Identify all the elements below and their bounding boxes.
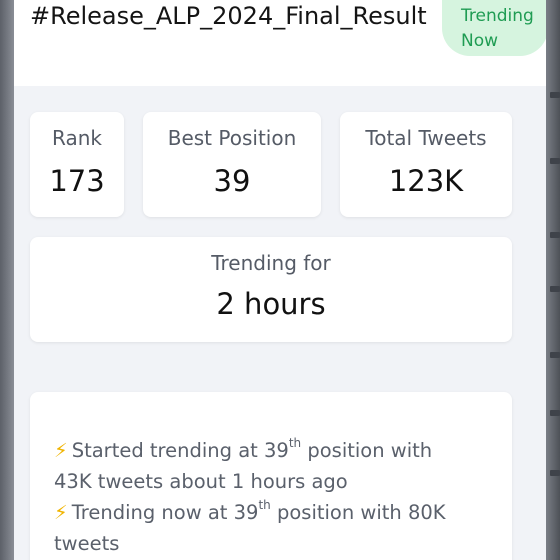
trending-duration-value: 2 hours: [216, 287, 326, 321]
best-position-card: Best Position 39: [143, 112, 321, 217]
history-item: ⚡ Started trending at 39th position with …: [54, 435, 504, 497]
lightning-icon: ⚡: [54, 439, 68, 462]
background-mark: [550, 158, 560, 164]
background-mark: [550, 410, 560, 416]
total-tweets-value: 123K: [388, 164, 464, 198]
background-mark: [550, 286, 560, 292]
history-text: tweets: [54, 532, 120, 555]
ordinal-suffix: th: [288, 435, 302, 450]
history-text: position with 80K: [270, 501, 446, 524]
ordinal-suffix: th: [258, 497, 271, 512]
rank-card: Rank 173: [30, 112, 124, 217]
history-text: position with: [301, 439, 433, 462]
background-mark: [550, 232, 560, 238]
trend-header: #Release_ALP_2024_Final_Result Trending …: [14, 0, 546, 86]
rank-label: Rank: [52, 126, 102, 150]
history-item: ⚡ Trending now at 39th position with 80K …: [54, 497, 504, 559]
badge-line-2: Now: [461, 31, 499, 51]
badge-line-1: Trending: [461, 6, 534, 26]
trending-duration-label: Trending for: [211, 251, 331, 275]
background-mark: [550, 352, 560, 358]
trending-duration-card: Trending for 2 hours: [30, 237, 512, 342]
background-right-edge: [546, 0, 560, 560]
total-tweets-label: Total Tweets: [365, 126, 487, 150]
rank-value: 173: [49, 164, 105, 198]
history-text: Trending now at 39: [71, 501, 259, 524]
lightning-icon: ⚡: [54, 501, 68, 524]
background-mark: [550, 92, 560, 98]
best-position-value: 39: [213, 164, 251, 198]
history-text: Started trending at 39: [71, 439, 289, 462]
background-mark: [550, 470, 560, 476]
best-position-label: Best Position: [167, 126, 297, 150]
trend-detail-panel: #Release_ALP_2024_Final_Result Trending …: [14, 0, 546, 560]
trend-history-card: ⚡ Started trending at 39th position with …: [30, 392, 512, 560]
trending-now-badge-label: Trending Now: [461, 4, 534, 54]
background-left-edge: [0, 0, 14, 560]
hashtag-title: #Release_ALP_2024_Final_Result: [30, 2, 427, 30]
history-text: 43K tweets about 1 hours ago: [54, 470, 348, 493]
trending-now-badge: Trending Now: [442, 0, 546, 56]
total-tweets-card: Total Tweets 123K: [340, 112, 512, 217]
